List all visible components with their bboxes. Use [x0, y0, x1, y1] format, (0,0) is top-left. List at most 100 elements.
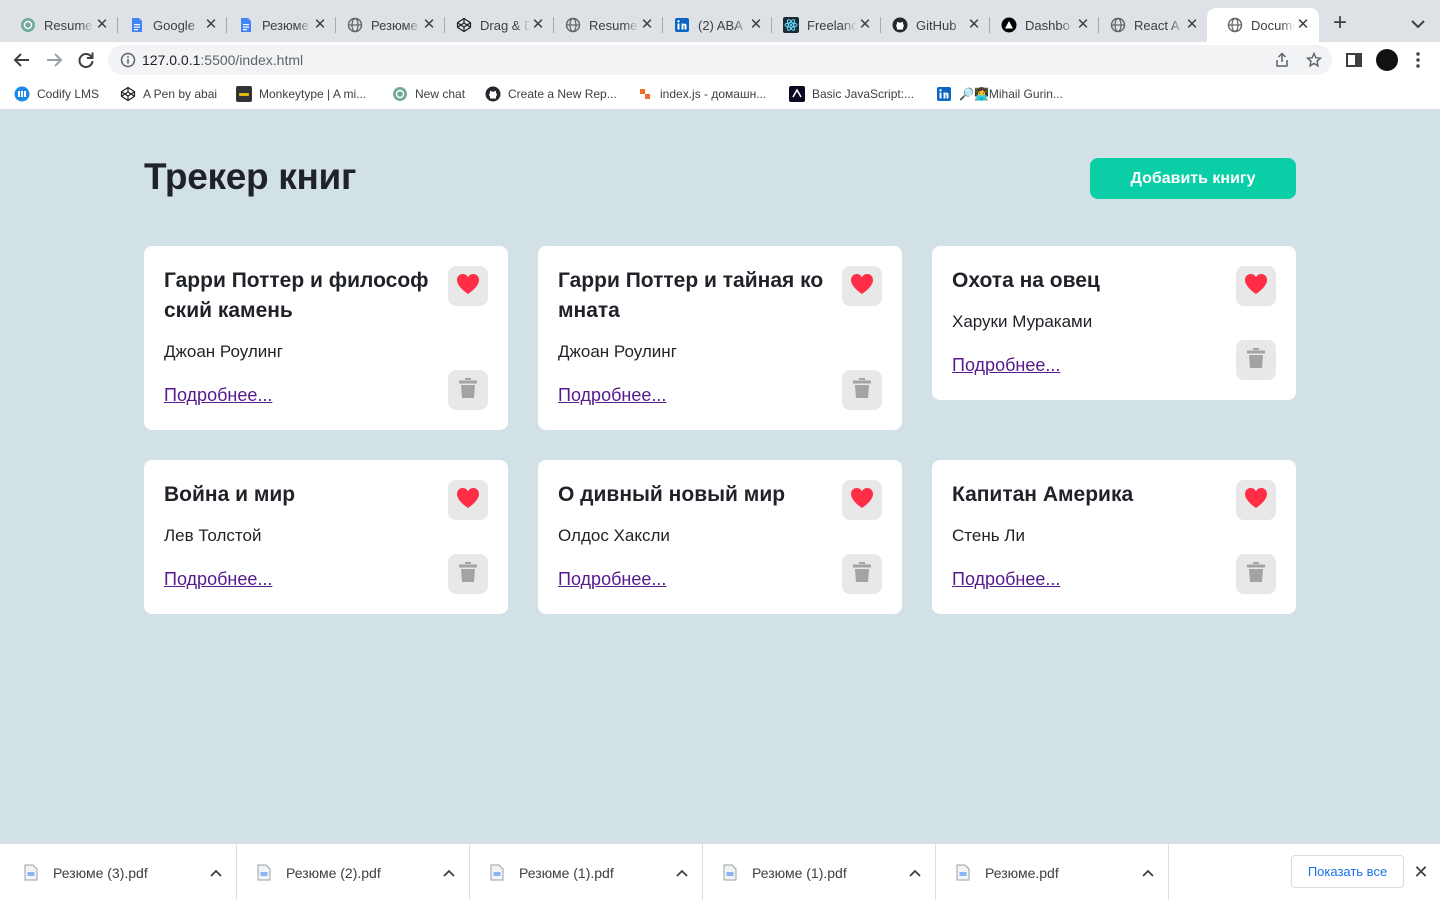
address-url: 127.0.0.1:5500/index.html — [142, 52, 304, 68]
book-author: Харуки Мураками — [952, 312, 1093, 331]
menu-kebab-icon[interactable] — [1408, 50, 1428, 70]
close-tab-icon[interactable]: ✕ — [748, 17, 764, 33]
browser-tab[interactable]: Freelanc ✕ — [763, 8, 881, 42]
close-downloads-icon[interactable]: ✕ — [1412, 863, 1430, 881]
codepen-icon — [120, 86, 136, 102]
book-details-link[interactable]: Подробнее... — [164, 569, 272, 590]
download-item[interactable]: Резюме (1).pdf — [703, 844, 936, 900]
book-card: Гарри Поттер и философский камень Джоан Р… — [144, 246, 508, 430]
google-docs-icon — [238, 17, 254, 33]
browser-tab[interactable]: Resume ✕ — [0, 8, 118, 42]
bookmark-label: A Pen by abai — [143, 87, 218, 101]
close-tab-icon[interactable]: ✕ — [857, 17, 873, 33]
delete-book-button[interactable] — [448, 370, 488, 410]
close-tab-icon[interactable]: ✕ — [1184, 17, 1200, 33]
browser-tab[interactable]: Docume ✕ — [1207, 8, 1319, 42]
close-tab-icon[interactable]: ✕ — [1075, 17, 1091, 33]
favorite-button[interactable] — [1236, 480, 1276, 520]
bookmark-item[interactable]: index.js - домашн... — [637, 84, 766, 104]
close-tab-icon[interactable]: ✕ — [639, 17, 655, 33]
tab-title: Резюме — [371, 17, 418, 33]
chevron-up-icon[interactable] — [1141, 866, 1155, 880]
download-item[interactable]: Резюме (1).pdf — [470, 844, 703, 900]
pdf-file-icon — [257, 864, 271, 881]
address-bar[interactable]: 127.0.0.1:5500/index.html — [108, 45, 1332, 75]
bookmark-item[interactable]: Codify LMS — [14, 84, 99, 104]
freecodecamp-icon — [789, 86, 805, 102]
close-tab-icon[interactable]: ✕ — [312, 17, 328, 33]
browser-tab[interactable]: Google ✕ — [109, 8, 227, 42]
bookmark-item[interactable]: Basic JavaScript:... — [789, 84, 914, 104]
favorite-button[interactable] — [448, 266, 488, 306]
trash-icon — [459, 561, 477, 587]
book-details-link[interactable]: Подробнее... — [164, 385, 272, 406]
tab-title: GitHub — [916, 17, 957, 33]
trash-icon — [1247, 347, 1265, 373]
book-author: Стень Ли — [952, 526, 1025, 545]
book-details-link[interactable]: Подробнее... — [558, 385, 666, 406]
bookmark-star-icon[interactable] — [1306, 52, 1322, 68]
close-tab-icon[interactable]: ✕ — [203, 17, 219, 33]
browser-tab[interactable]: (2) ABA ✕ — [654, 8, 772, 42]
heart-icon — [1244, 487, 1268, 514]
close-tab-icon[interactable]: ✕ — [966, 17, 982, 33]
browser-tab[interactable]: GitHub ✕ — [872, 8, 990, 42]
delete-book-button[interactable] — [448, 554, 488, 594]
linkedin-icon — [936, 86, 952, 102]
profile-avatar[interactable] — [1376, 49, 1398, 71]
delete-book-button[interactable] — [842, 370, 882, 410]
tab-strip: Resume ✕ Google ✕ Резюме ✕ Резюме ✕ Drag & D ✕ Res… — [0, 0, 1440, 42]
browser-tab[interactable]: Dashbo ✕ — [981, 8, 1099, 42]
favorite-button[interactable] — [1236, 266, 1276, 306]
pdf-file-icon — [490, 864, 504, 881]
reload-icon[interactable] — [76, 50, 96, 70]
delete-book-button[interactable] — [842, 554, 882, 594]
bookmark-item[interactable]: A Pen by abai — [120, 84, 217, 104]
favorite-button[interactable] — [448, 480, 488, 520]
downloads-bar: Резюме (3).pdf Резюме (2).pdf Резюме (1).p… — [0, 843, 1440, 900]
side-panel-icon[interactable] — [1344, 50, 1364, 70]
download-item[interactable]: Резюме (3).pdf — [4, 844, 237, 900]
browser-tab[interactable]: React A ✕ — [1090, 8, 1208, 42]
chevron-up-icon[interactable] — [908, 866, 922, 880]
bookmark-item[interactable]: Create a New Rep... — [485, 84, 617, 104]
close-tab-icon[interactable]: ✕ — [1295, 17, 1311, 33]
download-item[interactable]: Резюме.pdf — [936, 844, 1169, 900]
book-details-link[interactable]: Подробнее... — [558, 569, 666, 590]
bookmark-item[interactable]: 🔎👩‍💻Mihail Gurin... — [936, 84, 1063, 104]
favorite-button[interactable] — [842, 266, 882, 306]
bookmark-label: New chat — [415, 87, 466, 101]
chevron-up-icon[interactable] — [675, 866, 689, 880]
delete-book-button[interactable] — [1236, 340, 1276, 380]
bookmark-item[interactable]: New chat — [392, 84, 465, 104]
close-tab-icon[interactable]: ✕ — [530, 17, 546, 33]
book-details-link[interactable]: Подробнее... — [952, 569, 1060, 590]
chevron-up-icon[interactable] — [209, 866, 223, 880]
bookmark-item[interactable]: Monkeytype | A mi... — [236, 84, 366, 104]
book-details-link[interactable]: Подробнее... — [952, 355, 1060, 376]
close-tab-icon[interactable]: ✕ — [421, 17, 437, 33]
browser-tab[interactable]: Resume ✕ — [545, 8, 663, 42]
forward-icon[interactable] — [44, 50, 64, 70]
new-tab-button[interactable]: + — [1328, 11, 1352, 36]
browser-tab[interactable]: Drag & D ✕ — [436, 8, 554, 42]
back-icon[interactable] — [12, 50, 32, 70]
book-title: Гарри Поттер и тайная комната — [558, 269, 824, 322]
delete-book-button[interactable] — [1236, 554, 1276, 594]
browser-tab[interactable]: Резюме ✕ — [218, 8, 336, 42]
add-book-button[interactable]: Добавить книгу — [1090, 158, 1296, 199]
chevron-up-icon[interactable] — [442, 866, 456, 880]
browser-tab[interactable]: Резюме ✕ — [327, 8, 445, 42]
download-item[interactable]: Резюме (2).pdf — [237, 844, 470, 900]
book-card: Гарри Поттер и тайная комната Джоан Роули… — [538, 246, 902, 430]
heart-icon — [850, 487, 874, 514]
show-all-downloads-button[interactable]: Показать все — [1291, 855, 1404, 888]
favorite-button[interactable] — [842, 480, 882, 520]
tab-search-chevron-icon[interactable] — [1408, 14, 1428, 34]
site-info-icon[interactable] — [120, 52, 136, 68]
close-tab-icon[interactable]: ✕ — [94, 17, 110, 33]
share-icon[interactable] — [1274, 52, 1290, 68]
github-icon — [892, 17, 908, 33]
codesandbox-icon — [637, 86, 653, 102]
book-author: Олдос Хаксли — [558, 526, 670, 545]
